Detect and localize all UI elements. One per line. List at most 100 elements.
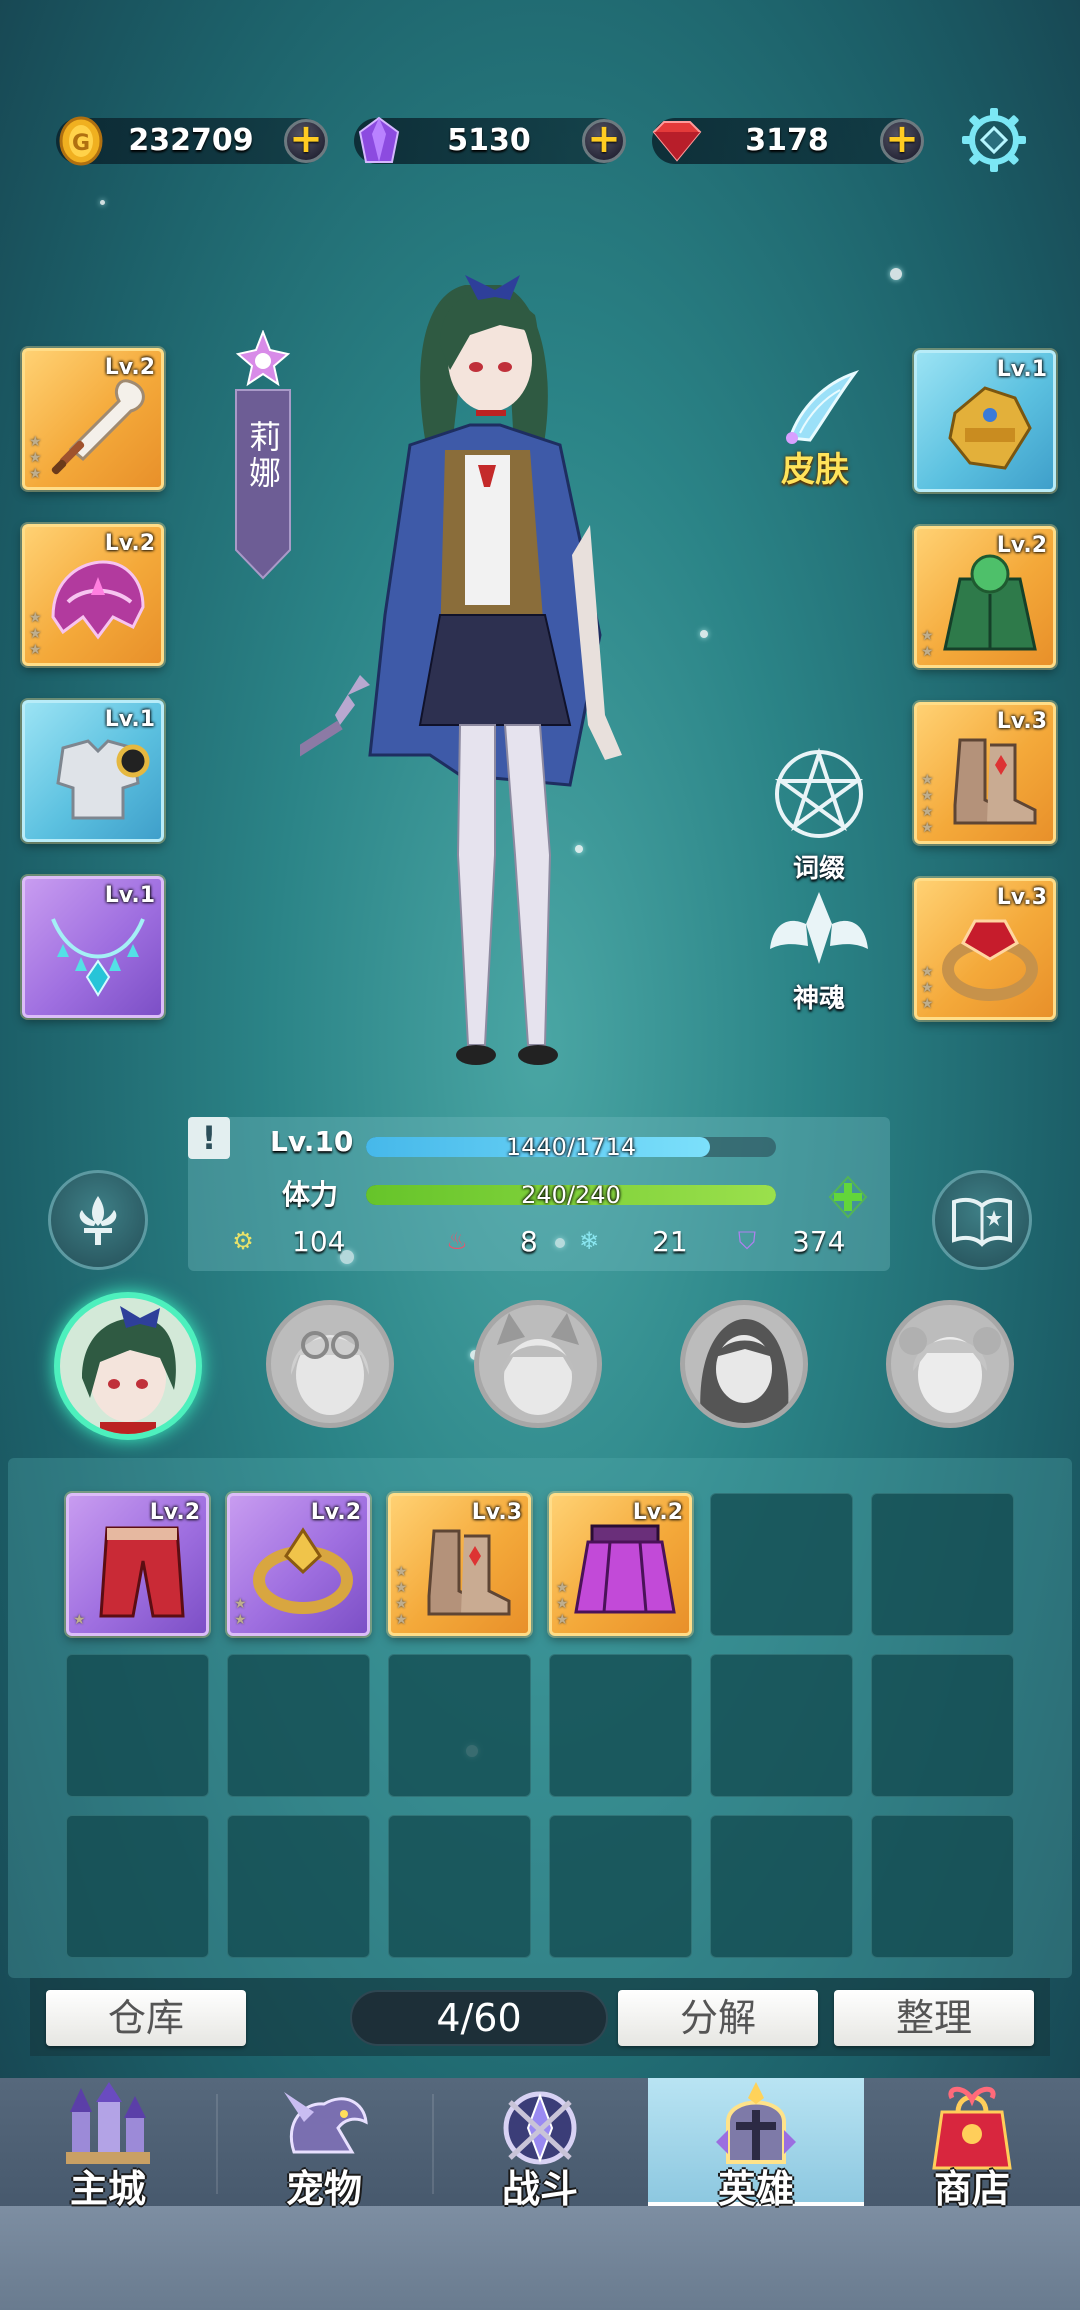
stamina-label: 体力: [282, 1178, 339, 1211]
empty-inventory-slot[interactable]: [227, 1654, 370, 1797]
empty-inventory-slot[interactable]: [549, 1815, 692, 1958]
hero-character-model: [300, 275, 622, 1065]
add-ruby-button[interactable]: +: [880, 119, 924, 163]
ruby-gem-icon: [648, 112, 706, 170]
empty-inventory-slot[interactable]: [710, 1815, 853, 1958]
empty-inventory-slot[interactable]: [388, 1654, 531, 1797]
item-level: Lv.2: [104, 531, 155, 556]
inventory-item[interactable]: Lv.3 ★ ★ ★ ★: [388, 1493, 531, 1636]
item-level: Lv.2: [149, 1500, 200, 1525]
info-icon[interactable]: !: [188, 1117, 230, 1159]
equip-slot-cloak[interactable]: Lv.2 ★ ★: [914, 526, 1056, 668]
hero-avatar-3[interactable]: [474, 1300, 602, 1428]
ruby-amount: 3178: [745, 123, 829, 158]
stamina-bar: 240/240: [366, 1185, 776, 1205]
empty-inventory-slot[interactable]: [710, 1654, 853, 1797]
equip-slot-weapon[interactable]: Lv.2 ★ ★ ★: [22, 348, 164, 490]
fire-value: 8: [520, 1224, 538, 1258]
ring-icon: [253, 1527, 353, 1614]
plus-icon: +: [587, 116, 621, 162]
decompose-button[interactable]: 分解: [618, 1990, 818, 2046]
shield-icon: ⛉: [738, 1227, 756, 1255]
boots-icon: [427, 1529, 511, 1616]
equip-slot-helmet[interactable]: Lv.2 ★ ★ ★: [22, 524, 164, 666]
item-level: Lv.1: [996, 357, 1047, 382]
ruby-currency: 3178 +: [652, 118, 924, 164]
empty-inventory-slot[interactable]: [66, 1815, 209, 1958]
hero-portrait-lina: [82, 1306, 176, 1434]
tab-hero[interactable]: 英雄: [648, 2078, 864, 2211]
add-crystal-button[interactable]: +: [582, 119, 626, 163]
affix-button[interactable]: 词缀: [764, 744, 874, 885]
hero-avatar-selected[interactable]: [54, 1292, 202, 1440]
warehouse-button[interactable]: 仓库: [46, 1990, 246, 2046]
inventory-item[interactable]: Lv.2 ★: [66, 1493, 209, 1636]
item-level: Lv.1: [104, 883, 155, 908]
rarity-stars: ★ ★ ★: [29, 610, 42, 658]
empty-inventory-slot[interactable]: [227, 1815, 370, 1958]
hero-stats-panel: ! Lv.10 1440/1714 体力 240/240 ⚙ 104 ♨ 8 ❄…: [188, 1117, 890, 1271]
gold-coin-icon: G: [52, 112, 110, 170]
empty-inventory-slot[interactable]: [871, 1654, 1014, 1797]
hero-avatar-2[interactable]: [266, 1300, 394, 1428]
fleur-emblem-button[interactable]: [48, 1170, 148, 1270]
tab-label: 英雄: [717, 2167, 794, 2211]
inventory-item[interactable]: Lv.2 ★ ★: [227, 1493, 370, 1636]
tab-pet[interactable]: 宠物: [216, 2078, 432, 2211]
cloak-icon: [943, 554, 1037, 651]
add-gold-button[interactable]: +: [284, 119, 328, 163]
equip-slot-necklace[interactable]: Lv.1: [22, 876, 164, 1018]
bottom-nav: 主城 宠物 战斗 英雄 商店: [0, 2078, 1080, 2310]
gauntlet-icon: [948, 386, 1032, 470]
skin-button[interactable]: 皮肤: [770, 368, 860, 490]
hero-portrait-longhair: [700, 1319, 789, 1423]
winged-soul-icon: [770, 892, 868, 964]
fire-icon: ♨: [446, 1227, 468, 1255]
empty-inventory-slot[interactable]: [388, 1815, 531, 1958]
empty-inventory-slot[interactable]: [549, 1654, 692, 1797]
equip-slot-ring[interactable]: Lv.3 ★ ★ ★: [914, 878, 1056, 1020]
tab-main-city[interactable]: 主城: [0, 2078, 216, 2211]
rarity-stars: ★ ★ ★: [921, 964, 934, 1012]
attack-icon: ⚙: [232, 1227, 254, 1255]
empty-inventory-slot[interactable]: [871, 1493, 1014, 1636]
pentagram-icon: [774, 747, 864, 838]
inventory-item[interactable]: Lv.2 ★ ★ ★: [549, 1493, 692, 1636]
empty-inventory-slot[interactable]: [66, 1654, 209, 1797]
rarity-stars: ★ ★ ★: [556, 1580, 569, 1628]
tab-shop[interactable]: 商店: [864, 2078, 1080, 2211]
snowflake-icon: ❄: [578, 1227, 600, 1255]
open-book-icon: [952, 1197, 1012, 1247]
sort-button[interactable]: 整理: [834, 1990, 1034, 2046]
defense-value: 374: [792, 1224, 846, 1258]
feather-wing-icon: [786, 370, 860, 444]
exp-bar: 1440/1714: [366, 1137, 776, 1157]
sparkle: [100, 200, 105, 205]
item-level: Lv.3: [996, 885, 1047, 910]
settings-gear-icon[interactable]: [958, 104, 1030, 176]
rarity-stars: ★ ★: [921, 628, 934, 660]
hero-avatar-4[interactable]: [680, 1300, 808, 1428]
empty-inventory-slot[interactable]: [710, 1493, 853, 1636]
equip-slot-armor[interactable]: Lv.1: [22, 700, 164, 842]
add-stamina-icon[interactable]: [826, 1175, 870, 1219]
hero-portrait-goggles: [291, 1331, 369, 1415]
hero-name: 莉娜: [244, 420, 282, 492]
item-level: Lv.1: [104, 707, 155, 732]
plus-icon: +: [289, 116, 323, 162]
gold-amount: 232709: [128, 123, 254, 158]
pants-icon: [99, 1526, 185, 1618]
tab-battle[interactable]: 战斗: [432, 2078, 648, 2211]
soul-button[interactable]: 神魂: [764, 884, 874, 1015]
skirt-armor-icon: [574, 1524, 676, 1614]
rarity-stars: ★ ★ ★ ★: [395, 1564, 408, 1628]
fire-stat: ♨ 8: [442, 1221, 538, 1261]
equip-slot-gloves[interactable]: Lv.1: [914, 350, 1056, 492]
boots-icon: [953, 738, 1037, 825]
necklace-icon: [51, 918, 145, 997]
equip-slot-boots[interactable]: Lv.3 ★ ★ ★ ★: [914, 702, 1056, 844]
spellbook-button[interactable]: [932, 1170, 1032, 1270]
ice-value: 21: [652, 1224, 688, 1258]
empty-inventory-slot[interactable]: [871, 1815, 1014, 1958]
hero-avatar-5[interactable]: [886, 1300, 1014, 1428]
